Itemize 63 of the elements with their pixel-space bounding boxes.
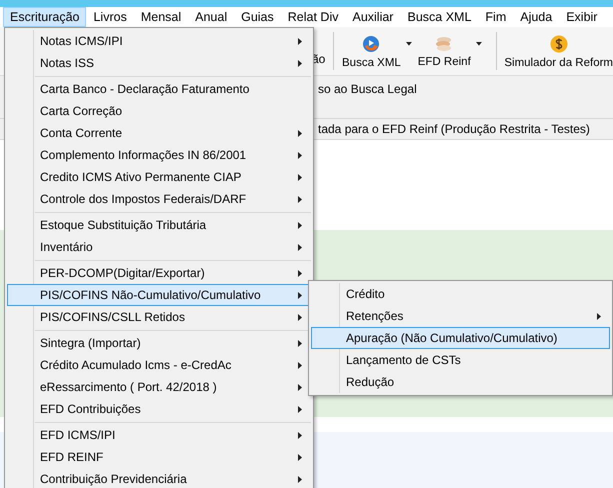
menu-item[interactable]: EFD ICMS/IPI xyxy=(7,424,311,446)
toolbar-button[interactable]: Busca XML xyxy=(342,34,401,68)
submenu-arrow-icon xyxy=(298,292,302,298)
submenu-arrow-icon xyxy=(298,384,302,390)
menu-bar-item[interactable]: Busca XML xyxy=(400,7,478,27)
menu-bar-item[interactable]: Livros xyxy=(86,7,134,27)
menu-bar-item[interactable]: Relat Div xyxy=(280,7,346,27)
submenu-arrow-icon xyxy=(298,340,302,346)
menu-item[interactable]: Carta Correção xyxy=(7,100,311,122)
submenu-arrow-icon xyxy=(298,130,302,136)
submenu-arrow-icon xyxy=(298,476,302,482)
menu-item[interactable]: EFD Contribuições xyxy=(7,398,311,420)
menu-item[interactable]: eRessarcimento ( Port. 42/2018 ) xyxy=(7,376,311,398)
submenu-arrow-icon xyxy=(597,312,601,320)
submenu-arrow-icon xyxy=(298,174,302,180)
menu-item[interactable]: PER-DCOMP(Digitar/Exportar) xyxy=(7,262,311,284)
submenu-arrow-icon xyxy=(298,60,302,66)
menu-item[interactable]: Carta Banco - Declaração Faturamento xyxy=(7,78,311,100)
menu-bar-item[interactable]: Anual xyxy=(188,7,234,27)
toolbar-button[interactable]: Simulador da Reform xyxy=(504,34,613,68)
info-text: so ao Busca Legal xyxy=(318,82,417,96)
dropdown-caret-icon[interactable] xyxy=(406,41,412,47)
submenu-arrow-icon xyxy=(298,244,302,250)
submenu-arrow-icon xyxy=(298,432,302,438)
submenu-arrow-icon xyxy=(298,454,302,460)
menu-item[interactable]: Inventário xyxy=(7,236,311,258)
menu-item[interactable]: Notas ISS xyxy=(7,52,311,74)
submenu-arrow-icon xyxy=(298,152,302,158)
info-text: tada para o EFD Reinf (Produção Restrita - Testes) xyxy=(318,122,590,136)
submenu-arrow-icon xyxy=(298,222,302,228)
submenu-arrow-icon xyxy=(298,406,302,412)
submenu-arrow-icon xyxy=(298,196,302,202)
menu-item[interactable]: Notas ICMS/IPI xyxy=(7,30,311,52)
dollar-coin-icon xyxy=(548,34,569,54)
dropdown-caret-icon[interactable] xyxy=(476,41,482,47)
menu-item[interactable]: Conta Corrente xyxy=(7,122,311,144)
menu-item[interactable]: Estoque Substituição Tributária xyxy=(7,214,311,236)
menu-bar-item[interactable]: Guias xyxy=(234,7,281,27)
menu-bar-item[interactable]: Auxiliar xyxy=(345,7,400,27)
menu-item[interactable]: Redução xyxy=(311,371,610,393)
menu-item[interactable]: Apuração (Não Cumulativo/Cumulativo) xyxy=(311,327,610,349)
toolbar-button[interactable]: EFD Reinf xyxy=(418,34,471,68)
menu-item[interactable]: Credito ICMS Ativo Permanente CIAP xyxy=(7,166,311,188)
menu-bar-item[interactable]: Escrituração xyxy=(3,7,86,27)
menu-item[interactable]: Lançamento de CSTs xyxy=(311,349,610,371)
submenu-arrow-icon xyxy=(298,38,302,44)
menu-item[interactable]: Retenções xyxy=(311,305,610,327)
submenu-arrow-icon xyxy=(298,314,302,320)
menu-item[interactable]: Sintegra (Importar) xyxy=(7,332,311,354)
menu-bar-item[interactable]: Exibir xyxy=(559,7,604,27)
menu-bar-item[interactable]: Mensal xyxy=(134,7,188,27)
menu-item[interactable]: PIS/COFINS Não-Cumulativo/Cumulativo xyxy=(7,284,311,306)
menu-item[interactable]: Crédito Acumulado Icms - e-CredAc xyxy=(7,354,311,376)
menu-item[interactable]: EFD REINF xyxy=(7,446,311,468)
menu-item[interactable]: Complemento Informações IN 86/2001 xyxy=(7,144,311,166)
menu-item[interactable]: Crédito xyxy=(311,283,610,305)
menu-item[interactable]: Controle dos Impostos Federais/DARF xyxy=(7,188,311,210)
menu-item[interactable]: PIS/COFINS/CSLL Retidos xyxy=(7,306,311,328)
submenu-arrow-icon xyxy=(298,362,302,368)
menu-bar-item[interactable]: Ajuda xyxy=(513,7,560,27)
menu-item[interactable]: Contribuição Previdenciária xyxy=(7,468,311,488)
menu-bar-item[interactable]: Fim xyxy=(478,7,514,27)
submenu-arrow-icon xyxy=(298,270,302,276)
